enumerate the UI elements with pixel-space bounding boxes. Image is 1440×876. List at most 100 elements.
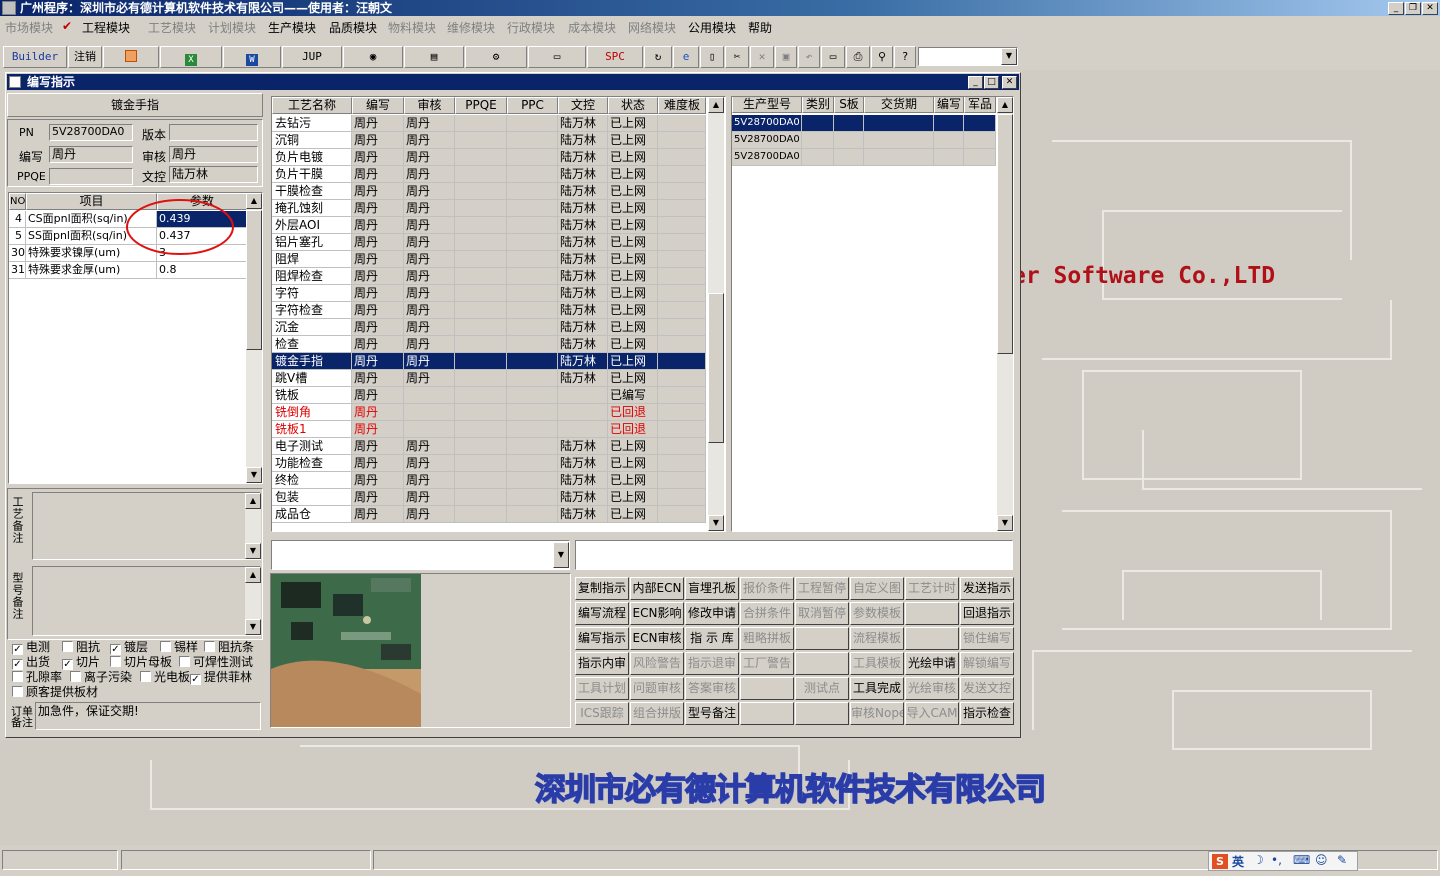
process-row[interactable]: 跳V槽 周丹 周丹 陆万林 已上网 — [272, 370, 706, 387]
action-button[interactable]: ICS跟踪 — [575, 702, 629, 725]
action-button[interactable] — [740, 677, 794, 700]
option-checkbox[interactable]: 阻抗 — [62, 640, 100, 654]
action-button[interactable]: 修改申请 — [685, 602, 739, 625]
process-remark-field[interactable] — [32, 492, 261, 560]
restore-icon[interactable]: ❐ — [1405, 2, 1421, 15]
process-remark-scrollbar[interactable]: ▲ ▼ — [245, 493, 261, 559]
model-grid[interactable]: 生产型号 类别 S板 交货期 编写 军品 5V28700DA0 5V28700DA0 5V287… — [731, 96, 1014, 532]
chevron-down-icon[interactable]: ▼ — [553, 542, 569, 568]
process-row[interactable]: 字符检查 周丹 周丹 陆万林 已上网 — [272, 302, 706, 319]
action-button[interactable] — [905, 627, 959, 650]
action-button[interactable] — [740, 702, 794, 725]
model-header[interactable]: 类别 — [802, 97, 834, 113]
menu-item[interactable]: 维修模块 — [447, 19, 495, 36]
process-row[interactable]: 负片干膜 周丹 周丹 陆万林 已上网 — [272, 166, 706, 183]
process-row[interactable]: 掩孔蚀刻 周丹 周丹 陆万林 已上网 — [272, 200, 706, 217]
action-button[interactable]: 锁住编写 — [960, 627, 1014, 650]
checkbox-icon[interactable] — [179, 656, 190, 667]
word-icon[interactable]: W — [223, 46, 281, 68]
model-remark-scrollbar[interactable]: ▲ ▼ — [245, 567, 261, 635]
eye-icon[interactable]: ◉ — [343, 46, 403, 68]
option-checkbox[interactable]: 锡样 — [160, 640, 198, 654]
model-row[interactable]: 5V28700DA0 — [732, 149, 996, 166]
process-row[interactable]: 电子测试 周丹 周丹 陆万林 已上网 — [272, 438, 706, 455]
option-checkbox[interactable]: 阻抗条 — [204, 640, 254, 654]
action-button[interactable]: 组合拼版 — [630, 702, 684, 725]
model-header[interactable]: 军品 — [964, 97, 996, 113]
action-button[interactable]: 发送文控 — [960, 677, 1014, 700]
logout-button[interactable]: 注销 — [68, 46, 102, 68]
child-minimize-icon[interactable]: _ — [968, 76, 983, 89]
action-button[interactable]: 参数模板 — [850, 602, 904, 625]
new-icon[interactable]: ▯ — [700, 46, 724, 68]
action-button[interactable]: 工程暂停 — [795, 577, 849, 600]
action-button[interactable]: 解锁编写 — [960, 652, 1014, 675]
process-row[interactable]: 沉金 周丹 周丹 陆万林 已上网 — [272, 319, 706, 336]
cut-icon[interactable]: ✂ — [725, 46, 749, 68]
process-row[interactable]: 去钻污 周丹 周丹 陆万林 已上网 — [272, 115, 706, 132]
ime-toolbar[interactable]: S 英 ☽ •, ⌨ ☺ ✎ — [1208, 851, 1358, 871]
action-button[interactable] — [795, 652, 849, 675]
process-row[interactable]: 镀金手指 周丹 周丹 陆万林 已上网 — [272, 353, 706, 370]
process-row[interactable]: 干膜检查 周丹 周丹 陆万林 已上网 — [272, 183, 706, 200]
print-icon[interactable]: ⎙ — [846, 46, 870, 68]
pn-field[interactable]: 5V28700DA0 — [49, 124, 133, 141]
moon-icon[interactable]: ☽ — [1253, 853, 1264, 867]
process-row[interactable]: 负片电镀 周丹 周丹 陆万林 已上网 — [272, 149, 706, 166]
action-button[interactable]: 答案审核 — [685, 677, 739, 700]
process-row[interactable]: 字符 周丹 周丹 陆万林 已上网 — [272, 285, 706, 302]
process-combo[interactable] — [271, 540, 570, 570]
process-scrollbar[interactable]: ▲ ▼ — [708, 97, 724, 531]
menu-item[interactable]: 品质模块 — [329, 19, 377, 36]
scroll-down-icon[interactable]: ▼ — [997, 515, 1013, 531]
checkbox-icon[interactable] — [160, 641, 171, 652]
action-button[interactable]: 合拼条件 — [740, 602, 794, 625]
checkbox-icon[interactable]: ✓ — [62, 659, 73, 670]
option-checkbox[interactable]: 可焊性测试 — [179, 655, 253, 669]
process-row[interactable]: 成品仓 周丹 周丹 陆万林 已上网 — [272, 506, 706, 523]
action-button[interactable]: 测试点 — [795, 677, 849, 700]
model-header[interactable]: 编写 — [934, 97, 964, 113]
menu-item[interactable]: 工艺模块 — [148, 19, 196, 36]
child-close-icon[interactable]: ✕ — [1002, 76, 1017, 89]
process-row[interactable]: 外层AOI 周丹 周丹 陆万林 已上网 — [272, 217, 706, 234]
child-maximize-icon[interactable]: □ — [984, 76, 999, 89]
action-button[interactable]: 工具计划 — [575, 677, 629, 700]
menu-item[interactable]: 工程模块 — [82, 19, 130, 36]
params-header[interactable]: NO — [9, 193, 26, 210]
checkbox-icon[interactable] — [12, 671, 23, 682]
action-button[interactable]: ECN影响 — [630, 602, 684, 625]
scroll-down-icon[interactable]: ▼ — [246, 467, 262, 483]
option-checkbox[interactable]: ✓ 切片 — [62, 655, 100, 670]
close-icon[interactable]: ✕ — [1422, 2, 1438, 15]
chevron-down-icon[interactable]: ▼ — [1001, 48, 1017, 65]
option-checkbox[interactable]: 切片母板 — [110, 655, 172, 669]
menu-item[interactable]: 计划模块 — [208, 19, 256, 36]
params-scrollbar[interactable]: ▲ ▼ — [246, 193, 262, 483]
menu-item[interactable]: 帮助 — [748, 19, 772, 36]
action-button[interactable]: 取消暂停 — [795, 602, 849, 625]
help-icon[interactable]: ? — [894, 46, 916, 68]
process-row[interactable]: 铣板 周丹 已编写 — [272, 387, 706, 404]
action-button[interactable]: 报价条件 — [740, 577, 794, 600]
process-row[interactable]: 终检 周丹 周丹 陆万林 已上网 — [272, 472, 706, 489]
action-button[interactable]: 光绘申请 — [905, 652, 959, 675]
action-button[interactable]: 自定义图 — [850, 577, 904, 600]
model-row[interactable]: 5V28700DA0 — [732, 132, 996, 149]
checkbox-icon[interactable] — [70, 671, 81, 682]
action-button[interactable]: 指 示 库 — [685, 627, 739, 650]
option-checkbox[interactable]: ✓ 提供菲林 — [190, 670, 252, 685]
checkbox-icon[interactable] — [204, 641, 215, 652]
menu-item[interactable]: 成本模块 — [568, 19, 616, 36]
menu-item[interactable]: 生产模块 — [268, 19, 316, 36]
model-remark-field[interactable] — [32, 566, 261, 636]
action-button[interactable]: 内部ECN — [630, 577, 684, 600]
action-button[interactable]: 盲埋孔板 — [685, 577, 739, 600]
action-button[interactable]: 指示内审 — [575, 652, 629, 675]
find-icon[interactable]: ⚲ — [871, 46, 893, 68]
action-button[interactable] — [795, 627, 849, 650]
checkbox-icon[interactable] — [140, 671, 151, 682]
process-row[interactable]: 铝片塞孔 周丹 周丹 陆万林 已上网 — [272, 234, 706, 251]
process-header[interactable]: 状态 — [608, 97, 658, 114]
minimize-icon[interactable]: _ — [1388, 2, 1404, 15]
